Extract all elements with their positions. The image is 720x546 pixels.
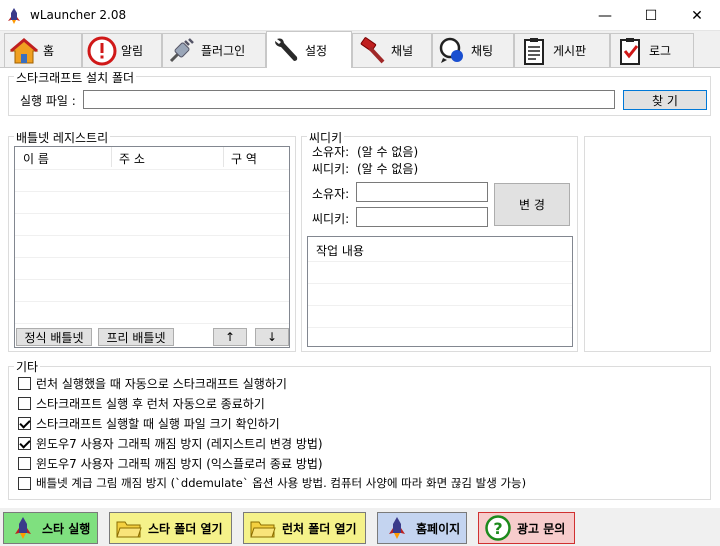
column-divider [111,147,112,167]
move-up-button[interactable]: ↑ [213,328,247,346]
close-button[interactable]: ✕ [674,0,720,31]
owner-value: (알 수 없음) [357,145,419,159]
rocket-icon [384,515,410,541]
option-auto-start[interactable]: 런처 실행했을 때 자동으로 스타크래프트 실행하기 [18,374,287,392]
tab-plugins[interactable]: 플러그인 [162,33,266,67]
wrench-icon [269,35,303,65]
registry-legend: 배틀넷 레지스트리 [14,129,111,146]
homepage-button[interactable]: 홈페이지 [377,512,467,544]
chat-icon [435,36,469,66]
tab-channel[interactable]: 채널 [352,33,432,67]
option-label: 윈도우7 사용자 그래픽 깨짐 방지 (레지스트리 변경 방법) [36,436,323,451]
folder-icon [250,515,276,541]
option-win7-explorer-fix[interactable]: 윈도우7 사용자 그래픽 깨짐 방지 (익스플로러 종료 방법) [18,454,323,472]
open-star-folder-button[interactable]: 스타 폴더 열기 [109,512,232,544]
app-rocket-icon [6,7,22,25]
exe-path-input[interactable] [83,90,615,109]
bottom-toolbar: 스타 실행 스타 폴더 열기 런처 폴더 열기 홈페이지 ? 광고 문의 [0,508,720,546]
change-button[interactable]: 변 경 [494,183,570,226]
open-star-folder-label: 스타 폴더 열기 [148,521,223,536]
row-line [15,257,289,258]
row-line [15,279,289,280]
work-log-list[interactable]: 작업 내용 [307,236,573,347]
option-label: 배틀넷 계급 그림 깨짐 방지 (`ddemulate` 옵션 사용 방법. 컴… [36,476,527,490]
option-label: 스타크래프트 실행할 때 실행 파일 크기 확인하기 [36,416,280,431]
option-rank-image-fix[interactable]: 배틀넷 계급 그림 깨짐 방지 (`ddemulate` 옵션 사용 방법. 컴… [18,474,526,492]
window-title: wLauncher 2.08 [30,8,127,22]
option-label: 런처 실행했을 때 자동으로 스타크래프트 실행하기 [36,376,287,391]
plug-icon [165,36,199,66]
move-down-button[interactable]: ↓ [255,328,289,346]
official-battlenet-button[interactable]: 정식 배틀넷 [16,328,92,346]
row-line [15,235,289,236]
owner-label: 소유자: [312,145,350,159]
ad-inquiry-label: 광고 문의 [517,521,566,536]
row-line [308,305,572,306]
tab-chat[interactable]: 채팅 [432,33,514,67]
tab-settings[interactable]: 설정 [266,31,352,68]
tab-home[interactable]: 홈 [4,33,82,67]
alert-icon [85,36,119,66]
rocket-icon [10,515,36,541]
free-battlenet-button[interactable]: 프리 배틀넷 [98,328,174,346]
homepage-label: 홈페이지 [416,521,461,536]
row-line [308,327,572,328]
cdkey-value: (알 수 없음) [357,162,419,176]
checkbox-checked[interactable] [18,436,31,450]
checkbox[interactable] [18,396,31,410]
row-line [15,169,289,170]
open-launcher-folder-label: 런처 폴더 열기 [282,521,357,536]
owner-input[interactable] [356,182,488,202]
column-address[interactable]: 주 소 [119,147,145,169]
exe-label: 실행 파일 : [20,94,76,108]
option-check-exe-size[interactable]: 스타크래프트 실행할 때 실행 파일 크기 확인하기 [18,414,280,432]
start-starcraft-button[interactable]: 스타 실행 [3,512,98,544]
find-button[interactable]: 찾 기 [623,90,707,110]
checkbox[interactable] [18,476,31,490]
cdkey-label: 씨디키: [312,162,350,176]
row-line [15,213,289,214]
question-icon: ? [485,515,511,541]
misc-legend: 기타 [14,358,41,375]
option-win7-registry-fix[interactable]: 윈도우7 사용자 그래픽 깨짐 방지 (레지스트리 변경 방법) [18,434,323,452]
owner-input-label: 소유자: [312,187,350,201]
settings-panel: 스타크래프트 설치 폴더 실행 파일 : 찾 기 배틀넷 레지스트리 이 름 주… [0,68,720,508]
cdkey-input-label: 씨디키: [312,212,350,226]
column-name[interactable]: 이 름 [23,147,49,169]
column-divider [223,147,224,167]
side-panel [584,136,711,352]
row-line [15,191,289,192]
clipboard-icon [517,36,551,66]
checklist-icon [613,36,647,66]
option-auto-close[interactable]: 스타크래프트 실행 후 런처 자동으로 종료하기 [18,394,265,412]
maximize-button[interactable]: ☐ [628,0,674,31]
row-line [15,301,289,302]
home-icon [7,36,41,66]
row-line [15,323,289,324]
cdkey-input[interactable] [356,207,488,227]
column-region[interactable]: 구 역 [231,147,257,169]
checkbox[interactable] [18,376,31,390]
tab-bar: 홈 알림 플러그인 설정 채널 채팅 게시판 로그 [0,31,720,68]
start-starcraft-label: 스타 실행 [42,521,91,536]
tab-alerts[interactable]: 알림 [82,33,162,67]
open-launcher-folder-button[interactable]: 런처 폴더 열기 [243,512,366,544]
minimize-button[interactable]: — [582,0,628,31]
ad-inquiry-button[interactable]: ? 광고 문의 [478,512,575,544]
title-bar: wLauncher 2.08 — ☐ ✕ [0,0,720,31]
checkbox-checked[interactable] [18,416,31,430]
row-line [308,261,572,262]
row-line [308,283,572,284]
option-label: 윈도우7 사용자 그래픽 깨짐 방지 (익스플로러 종료 방법) [36,456,323,471]
work-log-header: 작업 내용 [316,244,364,258]
tab-log[interactable]: 로그 [610,33,694,67]
registry-list[interactable]: 이 름 주 소 구 역 [14,146,290,348]
folder-icon [116,515,142,541]
svg-text:?: ? [493,519,502,538]
install-folder-legend: 스타크래프트 설치 폴더 [14,69,137,86]
hammer-icon [355,36,389,66]
checkbox[interactable] [18,456,31,470]
option-label: 스타크래프트 실행 후 런처 자동으로 종료하기 [36,396,265,411]
tab-board[interactable]: 게시판 [514,33,610,67]
